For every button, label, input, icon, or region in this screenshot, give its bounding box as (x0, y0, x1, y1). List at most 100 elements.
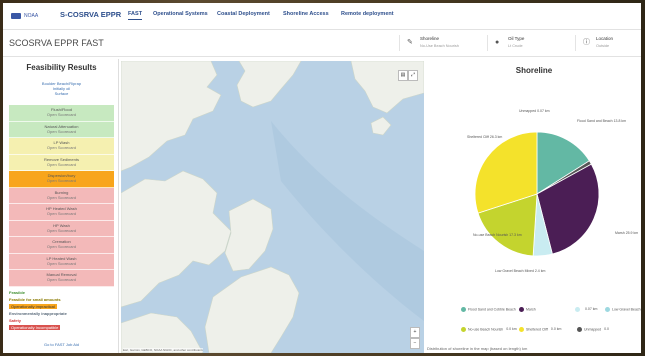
open-scorecard-link[interactable]: Open Scorecard (9, 112, 114, 117)
pie-slice-label: Sheltered Cliff 26.3 km (467, 135, 503, 139)
legend-label: Flood Sand and Cobble Beach (468, 307, 516, 312)
open-scorecard-link[interactable]: Open Scorecard (9, 277, 114, 282)
filter-value: Outside (596, 44, 610, 48)
card-title: Flush/Flood (51, 107, 72, 112)
legend-item[interactable]: 0.07 km (575, 307, 597, 312)
legend-item[interactable]: Flood Sand and Cobble Beach (461, 307, 519, 312)
divider (487, 35, 488, 51)
chart-title: Shoreline (515, 66, 553, 75)
oil-type-filter[interactable]: ● Oil Type Lt Crude (495, 35, 575, 53)
feasibility-card[interactable]: Manual Removal Open Scorecard (9, 270, 114, 287)
pie-slice-label: Flood Sand and Beach 13.8 km (577, 119, 627, 123)
legend-label: Marsh (526, 307, 536, 312)
zoom-in-button[interactable]: + (410, 327, 420, 338)
feasibility-card[interactable]: Cremation Open Scorecard (9, 237, 114, 254)
subtitle-line: Surface (54, 91, 69, 96)
legend-swatch (575, 307, 580, 312)
noaa-logo[interactable]: NOAA (11, 11, 53, 21)
open-scorecard-link[interactable]: Open Scorecard (9, 162, 114, 167)
location-filter[interactable]: ⓘ Location Outside (583, 35, 639, 53)
card-title: Manual Removal (46, 272, 77, 277)
legend-label: No-use Beach Nourish (468, 327, 504, 332)
map-fullscreen-button[interactable]: ⤢ (408, 70, 418, 81)
feasibility-card[interactable]: Remove Sediments Open Scorecard (9, 154, 114, 171)
info-icon: ⓘ (583, 39, 590, 46)
map-attribution: Esri, Garmin, GEBCO, NOAA NGDC, and othe… (123, 348, 203, 352)
app-brand[interactable]: S-COSRVA EPPR (60, 10, 121, 19)
filter-label: Oil Type (508, 36, 525, 41)
card-title: HP Wash (53, 222, 70, 228)
filter-label: Location (596, 36, 614, 41)
tab-operational-systems[interactable]: Operational Systems (153, 11, 208, 17)
feasibility-card[interactable]: LP Heated Wash Open Scorecard (9, 253, 114, 270)
zoom-out-button[interactable]: − (410, 338, 420, 349)
card-title: HP Heated Wash (46, 206, 77, 211)
legend-swatch (605, 307, 610, 312)
tab-coastal-deployment[interactable]: Coastal Deployment (217, 11, 270, 17)
tab-shoreline-access[interactable]: Shoreline Access (283, 11, 329, 17)
legend-item[interactable]: Sheltered Cliff 0.0 km (519, 327, 561, 332)
legend-label: Sheltered Cliff (526, 327, 548, 332)
logo-text: NOAA (24, 13, 39, 19)
open-scorecard-link[interactable]: Open Scorecard (9, 195, 114, 200)
pie-slice-label: Low Gravel Beach Mixed 2.4 km (495, 269, 546, 273)
divider (575, 35, 576, 51)
feasibility-panel: Feasibility Results Boulder Beach/Riprap… (5, 59, 119, 353)
page-header: SCOSRVA EPPR FAST ✎ Shoreline No-Use Bea… (3, 30, 641, 57)
map-canvas[interactable] (121, 61, 424, 353)
legend-swatch (461, 327, 466, 332)
legend-entry: Operationally Incompatible (9, 325, 61, 330)
card-title: Natural Attenuation (44, 123, 79, 129)
divider (399, 35, 400, 51)
map-view[interactable]: ▤ ⤢ + − Esri, Garmin, GEBCO, NOAA NGDC, … (121, 61, 424, 353)
feasibility-title: Feasibility Results (26, 63, 97, 72)
legend-entry: Operationally impractical (9, 304, 57, 309)
job-aid-link[interactable]: Go to FAST Job Aid (5, 342, 118, 347)
legend-value: 0.0 (604, 327, 609, 332)
feasibility-card[interactable]: Burning Open Scorecard (9, 187, 114, 204)
feasibility-card[interactable]: HP Heated Wash Open Scorecard (9, 204, 114, 221)
map-layers-button[interactable]: ▤ (398, 70, 408, 81)
card-title: Cremation (52, 239, 71, 244)
open-scorecard-link[interactable]: Open Scorecard (9, 244, 114, 249)
app-window: NOAA S-COSRVA EPPR FAST Operational Syst… (3, 3, 641, 353)
pie-slice-label: No-use Beach Nourish 17.3 km (473, 233, 522, 237)
open-scorecard-link[interactable]: Open Scorecard (9, 145, 114, 150)
open-scorecard-link[interactable]: Open Scorecard (9, 129, 114, 134)
feasibility-card[interactable]: Natural Attenuation Open Scorecard (9, 121, 114, 138)
card-title: Remove Sediments (44, 156, 79, 162)
legend-item[interactable]: No-use Beach Nourish 0.0 km (461, 327, 517, 332)
tab-remote-deployment[interactable]: Remote deployment (341, 11, 394, 17)
shoreline-panel: Shoreline Unmapped 0.07 km Flood Sand and… (427, 59, 641, 353)
feasibility-card[interactable]: Dispersion/bury Open Scorecard (9, 171, 114, 188)
legend-value: 0.0 km (506, 327, 517, 332)
tab-fast[interactable]: FAST (128, 11, 143, 20)
legend-item[interactable]: Marsh (519, 307, 539, 312)
legend-value: 0.07 km (585, 307, 598, 312)
filter-value: No-Use Beach Nourish (420, 44, 459, 48)
pie-slice-label: Unmapped 0.07 km (519, 109, 550, 113)
open-scorecard-link[interactable]: Open Scorecard (9, 211, 114, 216)
legend-label: Unmapped (584, 327, 602, 332)
legend-item[interactable]: Unmapped 0.0 (577, 327, 609, 332)
shoreline-filter[interactable]: ✎ Shoreline No-Use Beach Nourish (407, 35, 487, 53)
page-title: SCOSRVA EPPR FAST (9, 38, 104, 48)
open-scorecard-link[interactable]: Open Scorecard (9, 178, 114, 183)
drop-icon: ● (495, 39, 500, 46)
top-navigation: NOAA S-COSRVA EPPR FAST Operational Syst… (3, 3, 641, 30)
open-scorecard-link[interactable]: Open Scorecard (9, 228, 114, 233)
open-scorecard-link[interactable]: Open Scorecard (9, 261, 114, 266)
legend-entry: Feasible (9, 290, 26, 295)
logo-mark-icon (11, 13, 21, 19)
chart-footer: Distribution of shoreline in the map (ba… (427, 346, 528, 351)
feasibility-card[interactable]: Flush/Flood Open Scorecard (9, 105, 114, 122)
card-title: Dispersion/bury (47, 173, 76, 178)
card-title: LP Heated Wash (46, 255, 77, 261)
filter-label: Shoreline (420, 36, 440, 41)
feasibility-card[interactable]: HP Wash Open Scorecard (9, 220, 114, 237)
legend-entry: Feasible for small amounts (9, 297, 61, 302)
legend-entry: Safety (9, 318, 22, 323)
legend-item[interactable]: Low Gravel Beach Mixed0.0 km (605, 307, 641, 312)
legend-swatch (519, 307, 524, 312)
feasibility-card[interactable]: LP Wash Open Scorecard (9, 138, 114, 155)
